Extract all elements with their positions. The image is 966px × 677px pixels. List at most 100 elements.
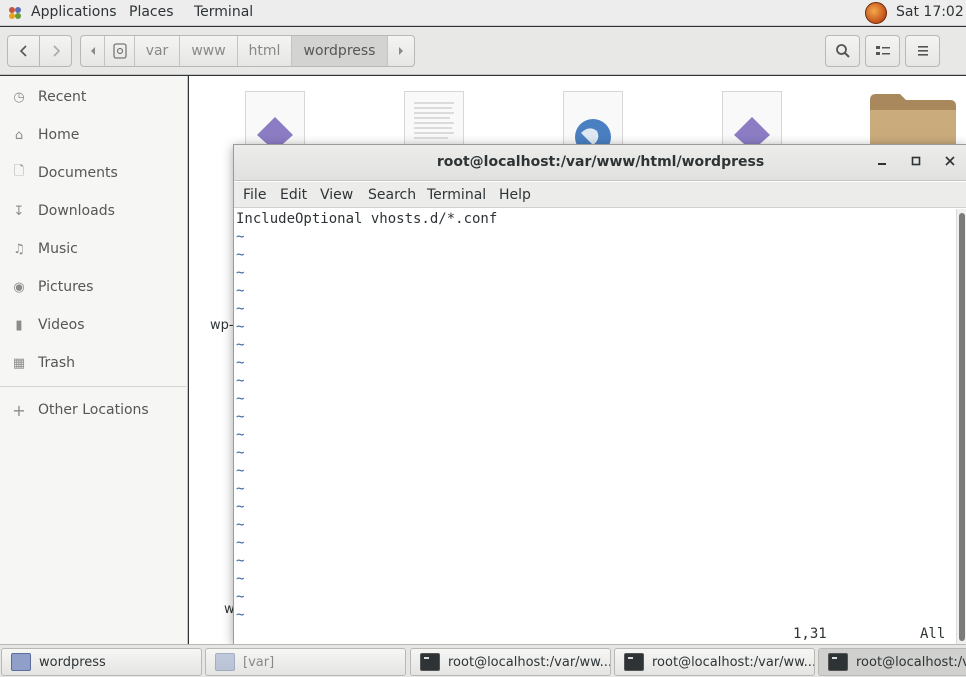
sidebar-divider xyxy=(0,386,188,387)
folder-icon[interactable] xyxy=(870,94,956,146)
breadcrumb-wordpress[interactable]: wordpress xyxy=(292,36,388,66)
sidebar-item-label: Pictures xyxy=(38,279,94,295)
sidebar-item-label: Videos xyxy=(38,317,85,333)
breadcrumb-var[interactable]: var xyxy=(135,36,180,66)
sidebar-item-label: Home xyxy=(38,127,80,143)
vim-empty-line-tilde: ~ xyxy=(236,481,245,497)
places-sidebar: ◷ Recent ⌂ Home 🗋 Documents ↧ Downloads … xyxy=(0,76,188,644)
forward-button[interactable] xyxy=(39,35,72,67)
close-icon xyxy=(945,156,955,166)
home-icon: ⌂ xyxy=(14,127,24,143)
breadcrumb-www[interactable]: www xyxy=(180,36,238,66)
triangle-right-icon xyxy=(399,47,403,55)
task-label: root@localhost:/var/ww... xyxy=(652,654,815,670)
vim-empty-line-tilde: ~ xyxy=(236,445,245,461)
chevron-left-icon xyxy=(19,45,27,57)
vim-empty-line-tilde: ~ xyxy=(236,247,245,263)
terminal-icon xyxy=(420,653,440,671)
places-menu[interactable]: Places xyxy=(129,4,174,20)
menu-edit[interactable]: Edit xyxy=(280,187,307,203)
breadcrumb-left-arrow[interactable] xyxy=(81,36,105,66)
sidebar-item-label: Recent xyxy=(38,89,87,105)
plus-icon: + xyxy=(12,400,26,420)
sidebar-item-downloads[interactable]: ↧ Downloads xyxy=(0,194,188,228)
file-manager-icon xyxy=(11,653,31,671)
vim-empty-line-tilde: ~ xyxy=(236,463,245,479)
hamburger-icon xyxy=(917,46,928,56)
menu-button[interactable] xyxy=(905,35,940,67)
top-bar: Applications Places Terminal Sat 17:02 xyxy=(0,0,966,26)
sidebar-item-pictures[interactable]: ◉ Pictures xyxy=(0,270,188,304)
terminal-window: root@localhost:/var/www/html/wordpress F… xyxy=(233,144,966,645)
terminal-content[interactable]: IncludeOptional vhosts.d/*.conf 1,31 All… xyxy=(234,209,956,645)
file-item[interactable] xyxy=(722,91,782,151)
vim-empty-line-tilde: ~ xyxy=(236,337,245,353)
task-var[interactable]: [var] xyxy=(205,648,406,676)
sidebar-item-videos[interactable]: ▮ Videos xyxy=(0,308,188,342)
terminal-scrollbar[interactable] xyxy=(956,209,966,645)
triangle-left-icon xyxy=(90,47,95,55)
search-button[interactable] xyxy=(825,35,860,67)
vim-empty-line-tilde: ~ xyxy=(236,589,245,605)
music-icon: ♫ xyxy=(13,241,25,257)
vim-empty-line-tilde: ~ xyxy=(236,229,245,245)
clock[interactable]: Sat 17:02 xyxy=(896,4,966,20)
view-toggle-button[interactable] xyxy=(865,35,900,67)
file-item[interactable] xyxy=(245,91,305,151)
menu-terminal[interactable]: Terminal xyxy=(427,187,486,203)
menu-view[interactable]: View xyxy=(320,187,353,203)
file-manager-header: var www html wordpress xyxy=(0,27,966,75)
menu-file[interactable]: File xyxy=(243,187,266,203)
vim-empty-line-tilde: ~ xyxy=(236,607,245,623)
terminal-app-menu[interactable]: Terminal xyxy=(194,4,253,20)
vim-empty-line-tilde: ~ xyxy=(236,373,245,389)
breadcrumb: var www html wordpress xyxy=(80,35,415,67)
terminal-titlebar[interactable]: root@localhost:/var/www/html/wordpress xyxy=(234,145,966,181)
vim-empty-line-tilde: ~ xyxy=(236,301,245,317)
sidebar-item-label: Other Locations xyxy=(38,402,149,418)
file-item[interactable] xyxy=(563,91,623,151)
sidebar-item-music[interactable]: ♫ Music xyxy=(0,232,188,266)
vim-empty-line-tilde: ~ xyxy=(236,265,245,281)
back-button[interactable] xyxy=(7,35,40,67)
sidebar-item-other-locations[interactable]: + Other Locations xyxy=(0,393,188,427)
menu-search[interactable]: Search xyxy=(368,187,416,203)
vim-empty-line-tilde: ~ xyxy=(236,427,245,443)
vim-scroll-position: All xyxy=(920,626,946,642)
drive-icon xyxy=(112,43,127,59)
applications-menu[interactable]: Applications xyxy=(31,4,117,20)
task-terminal-1[interactable]: root@localhost:/var/ww... xyxy=(410,648,611,676)
vim-empty-line-tilde: ~ xyxy=(236,355,245,371)
sidebar-item-documents[interactable]: 🗋 Documents xyxy=(0,156,188,190)
task-terminal-3[interactable]: root@localhost:/var xyxy=(818,648,966,676)
search-icon xyxy=(835,44,850,58)
vim-empty-line-tilde: ~ xyxy=(236,499,245,515)
minimize-button[interactable] xyxy=(868,145,896,181)
sidebar-item-label: Trash xyxy=(38,355,75,371)
file-item[interactable] xyxy=(404,91,464,151)
sidebar-item-recent[interactable]: ◷ Recent xyxy=(0,80,188,114)
camera-icon: ◉ xyxy=(13,279,25,295)
maximize-icon xyxy=(911,156,921,166)
scrollbar-thumb[interactable] xyxy=(959,213,965,641)
vim-text-line: IncludeOptional vhosts.d/*.conf xyxy=(236,211,498,227)
close-button[interactable] xyxy=(936,145,964,181)
task-terminal-2[interactable]: root@localhost:/var/ww... xyxy=(614,648,815,676)
breadcrumb-right-arrow[interactable] xyxy=(388,36,414,66)
task-label: root@localhost:/var xyxy=(856,654,966,670)
clock-icon: ◷ xyxy=(13,89,25,105)
menu-help[interactable]: Help xyxy=(499,187,531,203)
maximize-button[interactable] xyxy=(902,145,930,181)
task-wordpress[interactable]: wordpress xyxy=(1,648,202,676)
sidebar-item-trash[interactable]: ▦ Trash xyxy=(0,346,188,380)
window-title: root@localhost:/var/www/html/wordpress xyxy=(436,154,765,170)
sidebar-item-home[interactable]: ⌂ Home xyxy=(0,118,188,152)
tray-status-icon[interactable] xyxy=(865,2,887,24)
trash-icon: ▦ xyxy=(12,355,26,371)
terminal-icon xyxy=(624,653,644,671)
download-icon: ↧ xyxy=(13,203,25,219)
breadcrumb-root[interactable] xyxy=(105,36,135,66)
breadcrumb-html[interactable]: html xyxy=(238,36,292,66)
minimize-icon xyxy=(878,163,886,165)
text-lines-icon xyxy=(414,102,454,139)
